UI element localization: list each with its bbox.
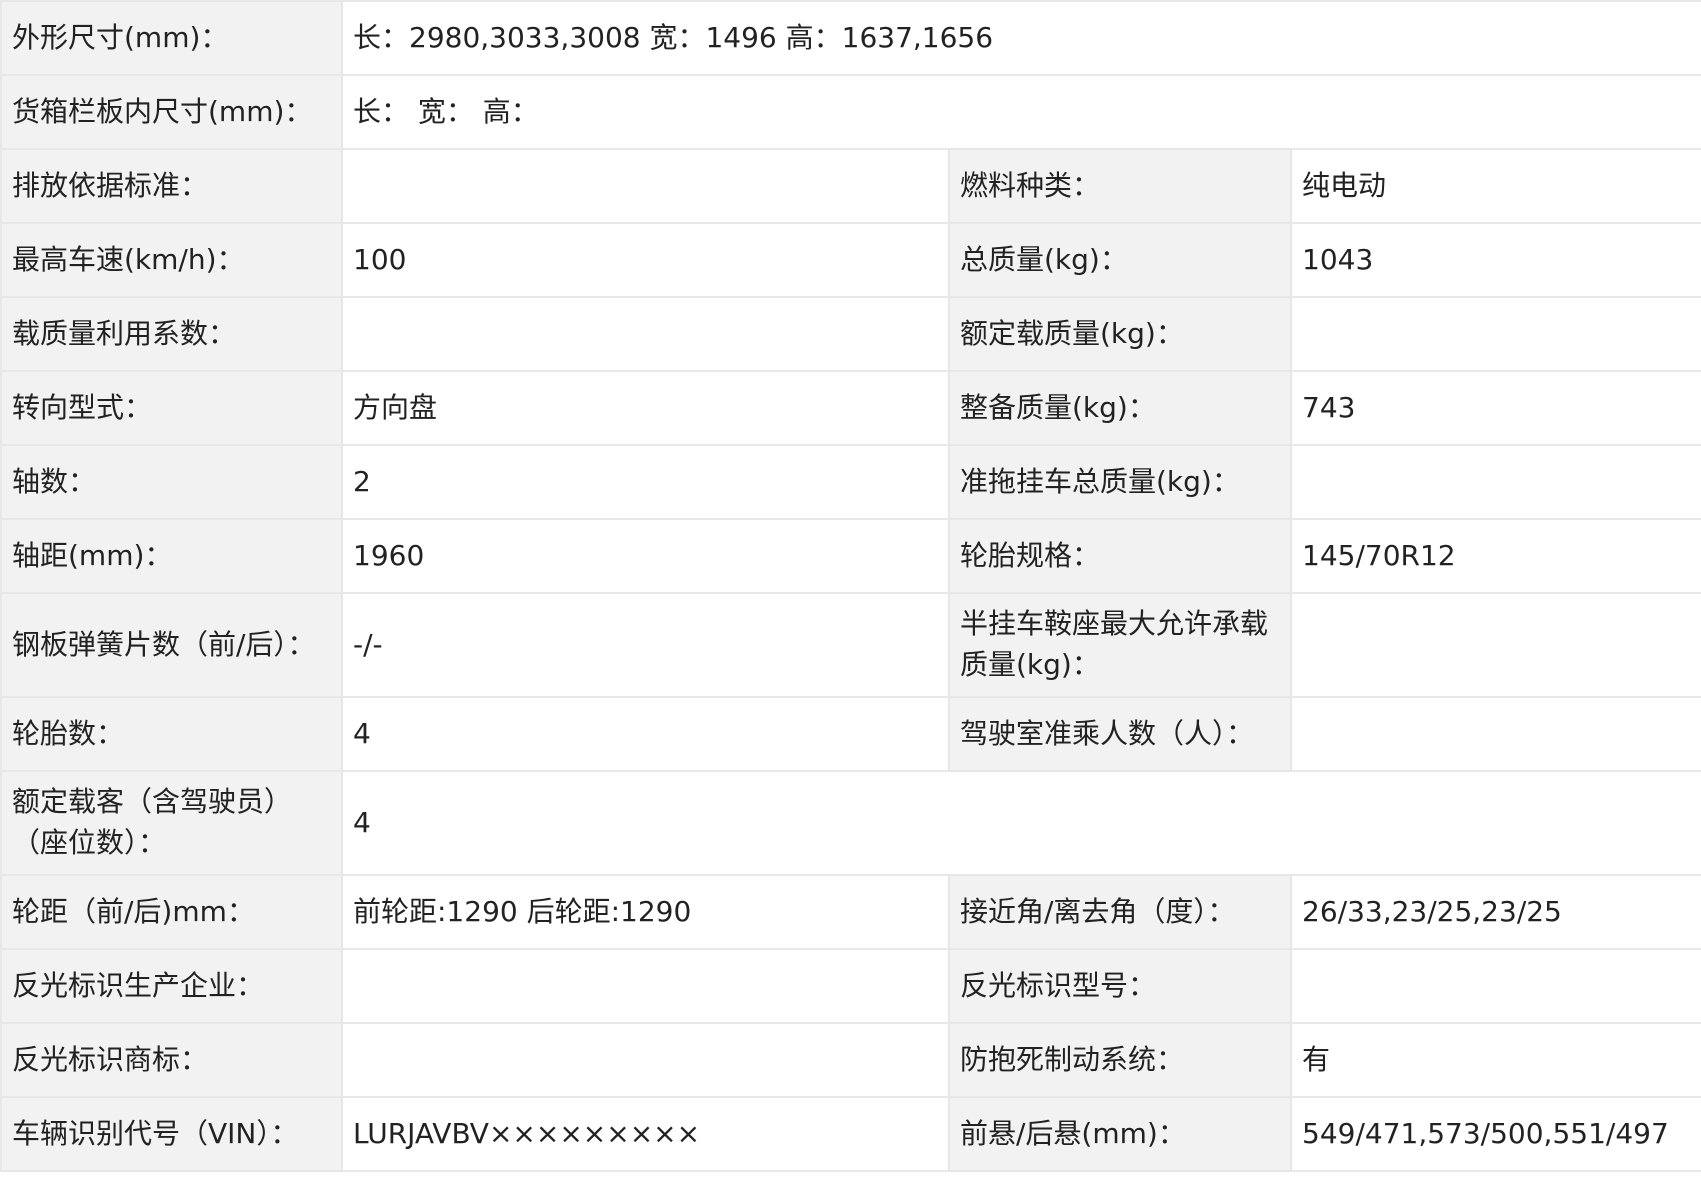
spec-row-track-width: 轮距（前/后)mm： 前轮距:1290 后轮距:1290 接近角/离去角（度）：…	[0, 874, 1701, 950]
value-trailer-total-mass	[1290, 444, 1701, 520]
spec-row-dimensions: 外形尺寸(mm)： 长：2980,3033,3008 宽：1496 高：1637…	[0, 0, 1701, 76]
spec-row-axles: 轴数： 2 准拖挂车总质量(kg)：	[0, 444, 1701, 520]
value-total-mass: 1043	[1290, 222, 1701, 298]
spec-row-vin: 车辆识别代号（VIN）： LURJAVBV××××××××× 前悬/后悬(mm)…	[0, 1096, 1701, 1172]
value-reflector-brand	[341, 1022, 950, 1098]
label-max-speed: 最高车速(km/h)：	[0, 222, 343, 298]
vehicle-spec-table: 外形尺寸(mm)： 长：2980,3033,3008 宽：1496 高：1637…	[0, 0, 1701, 1172]
value-wheelbase: 1960	[341, 518, 950, 594]
value-approach-departure-angle: 26/33,23/25,23/25	[1290, 874, 1701, 950]
label-reflector-manufacturer: 反光标识生产企业：	[0, 948, 343, 1024]
label-tire-spec: 轮胎规格：	[948, 518, 1292, 594]
spec-row-reflector-maker: 反光标识生产企业： 反光标识型号：	[0, 948, 1701, 1024]
spec-row-steering: 转向型式： 方向盘 整备质量(kg)： 743	[0, 370, 1701, 446]
label-fuel-type: 燃料种类：	[948, 148, 1292, 224]
spec-row-load-coefficient: 载质量利用系数： 额定载质量(kg)：	[0, 296, 1701, 372]
spec-row-emission-fuel: 排放依据标准： 燃料种类： 纯电动	[0, 148, 1701, 224]
label-reflector-model: 反光标识型号：	[948, 948, 1292, 1024]
value-reflector-manufacturer	[341, 948, 950, 1024]
value-leaf-spring-count: -/-	[341, 592, 950, 698]
label-total-mass: 总质量(kg)：	[948, 222, 1292, 298]
spec-row-cargo-box: 货箱栏板内尺寸(mm)： 长： 宽： 高：	[0, 74, 1701, 150]
value-reflector-model	[1290, 948, 1701, 1024]
label-fifth-wheel-max-load: 半挂车鞍座最大允许承载质量(kg)：	[948, 592, 1292, 698]
value-fifth-wheel-max-load	[1290, 592, 1701, 698]
label-track-width: 轮距（前/后)mm：	[0, 874, 343, 950]
spec-row-leaf-springs: 钢板弹簧片数（前/后）： -/- 半挂车鞍座最大允许承载质量(kg)：	[0, 592, 1701, 698]
label-emission-standard: 排放依据标准：	[0, 148, 343, 224]
spec-row-speed-mass: 最高车速(km/h)： 100 总质量(kg)： 1043	[0, 222, 1701, 298]
value-vin: LURJAVBV×××××××××	[341, 1096, 950, 1172]
spec-row-tires: 轮胎数： 4 驾驶室准乘人数（人）：	[0, 696, 1701, 772]
value-axle-count: 2	[341, 444, 950, 520]
label-wheelbase: 轴距(mm)：	[0, 518, 343, 594]
value-rated-load-mass	[1290, 296, 1701, 372]
label-cargo-box-dimensions: 货箱栏板内尺寸(mm)：	[0, 74, 343, 150]
label-load-utilization-coefficient: 载质量利用系数：	[0, 296, 343, 372]
label-approach-departure-angle: 接近角/离去角（度）：	[948, 874, 1292, 950]
value-front-rear-overhang: 549/471,573/500,551/497	[1290, 1096, 1701, 1172]
value-emission-standard	[341, 148, 950, 224]
label-trailer-total-mass: 准拖挂车总质量(kg)：	[948, 444, 1292, 520]
value-tire-spec: 145/70R12	[1290, 518, 1701, 594]
spec-row-wheelbase: 轴距(mm)： 1960 轮胎规格： 145/70R12	[0, 518, 1701, 594]
spec-row-seating: 额定载客（含驾驶员）（座位数）： 4	[0, 770, 1701, 876]
label-front-rear-overhang: 前悬/后悬(mm)：	[948, 1096, 1292, 1172]
label-curb-mass: 整备质量(kg)：	[948, 370, 1292, 446]
label-steering-type: 转向型式：	[0, 370, 343, 446]
value-cab-occupancy	[1290, 696, 1701, 772]
label-leaf-spring-count: 钢板弹簧片数（前/后）：	[0, 592, 343, 698]
value-rated-passengers: 4	[341, 770, 1701, 876]
spec-row-reflector-brand: 反光标识商标： 防抱死制动系统： 有	[0, 1022, 1701, 1098]
label-vin: 车辆识别代号（VIN）：	[0, 1096, 343, 1172]
value-track-width: 前轮距:1290 后轮距:1290	[341, 874, 950, 950]
value-fuel-type: 纯电动	[1290, 148, 1701, 224]
value-curb-mass: 743	[1290, 370, 1701, 446]
value-steering-type: 方向盘	[341, 370, 950, 446]
label-rated-load-mass: 额定载质量(kg)：	[948, 296, 1292, 372]
label-overall-dimensions: 外形尺寸(mm)：	[0, 0, 343, 76]
label-tire-count: 轮胎数：	[0, 696, 343, 772]
label-rated-passengers: 额定载客（含驾驶员）（座位数）：	[0, 770, 343, 876]
value-max-speed: 100	[341, 222, 950, 298]
value-cargo-box-dimensions: 长： 宽： 高：	[341, 74, 1701, 150]
value-load-utilization-coefficient	[341, 296, 950, 372]
value-abs: 有	[1290, 1022, 1701, 1098]
value-overall-dimensions: 长：2980,3033,3008 宽：1496 高：1637,1656	[341, 0, 1701, 76]
label-reflector-brand: 反光标识商标：	[0, 1022, 343, 1098]
label-cab-occupancy: 驾驶室准乘人数（人）：	[948, 696, 1292, 772]
value-tire-count: 4	[341, 696, 950, 772]
label-abs: 防抱死制动系统：	[948, 1022, 1292, 1098]
label-axle-count: 轴数：	[0, 444, 343, 520]
